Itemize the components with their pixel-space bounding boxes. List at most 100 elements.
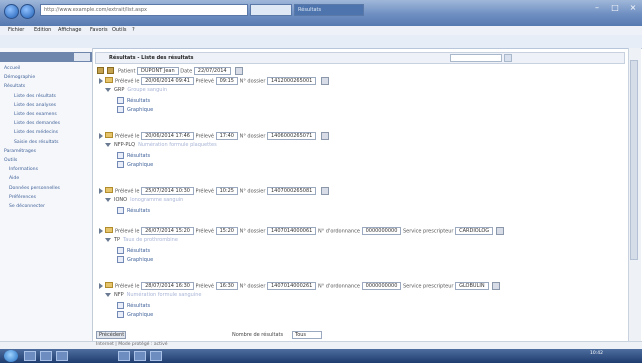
time-label: Prélevé: [195, 188, 214, 195]
record-header[interactable]: Prélevé le 26/07/2014 15:20 Prélevé 15:2…: [95, 226, 625, 235]
collapse-icon[interactable]: [105, 142, 111, 147]
sidebar-item[interactable]: Accueil: [4, 66, 20, 71]
sidebar-collapse-icon[interactable]: [74, 53, 90, 61]
analysis-row[interactable]: NFP Numération formule sanguine: [105, 292, 201, 298]
record-link-item[interactable]: Résultats: [117, 302, 150, 309]
record-action-icon[interactable]: [496, 227, 505, 235]
analysis-link[interactable]: Groupe sanguin: [127, 87, 167, 93]
search-box[interactable]: [250, 4, 292, 16]
minimize-icon[interactable]: –: [588, 2, 606, 14]
analysis-row[interactable]: IONO Ionogramme sanguin: [105, 197, 183, 203]
sidebar-item[interactable]: Données personnelles: [9, 186, 60, 191]
scrollbar-thumb[interactable]: [630, 60, 638, 260]
record-link-item[interactable]: Résultats: [117, 152, 150, 159]
file-number-field: 1407000265081: [266, 187, 317, 195]
record-link-label[interactable]: Graphique: [127, 107, 153, 113]
sidebar-item[interactable]: Liste des examens: [14, 112, 57, 117]
search-icon[interactable]: [504, 54, 512, 62]
record-link-item[interactable]: Résultats: [117, 247, 150, 254]
analysis-link[interactable]: Ionogramme sanguin: [130, 197, 183, 203]
taskbar-app-icon[interactable]: [56, 351, 68, 361]
menu-item[interactable]: Favoris: [90, 27, 108, 33]
results-count-select[interactable]: Tous: [292, 331, 322, 339]
sidebar-item[interactable]: Résultats: [4, 84, 25, 89]
record-link-item[interactable]: Graphique: [117, 311, 153, 318]
record-link-label[interactable]: Résultats: [127, 153, 150, 159]
analysis-row[interactable]: TP Taux de prothrombine: [105, 237, 178, 243]
start-button-icon[interactable]: [4, 350, 18, 362]
expand-icon[interactable]: [99, 228, 103, 234]
forward-icon[interactable]: [20, 4, 35, 19]
record-action-icon[interactable]: [320, 132, 329, 140]
taskbar-app-icon[interactable]: [150, 351, 162, 361]
sidebar-item[interactable]: Se déconnecter: [9, 204, 45, 209]
record-header[interactable]: Prélevé le 28/07/2014 16:30 Prélevé 16:3…: [95, 281, 625, 290]
record-link-item[interactable]: Résultats: [117, 207, 150, 214]
document-icon: [117, 311, 124, 318]
menu-item[interactable]: Fichier: [8, 27, 24, 33]
record-header[interactable]: Prélevé le 20/06/2014 09:41 Prélevé 09:1…: [95, 76, 625, 85]
menu-item[interactable]: Outils: [112, 27, 126, 33]
sidebar-item[interactable]: Démographie: [4, 75, 35, 80]
collapse-icon[interactable]: [105, 237, 111, 242]
sidebar-item[interactable]: Liste des demandes: [14, 121, 60, 126]
record-link-label[interactable]: Résultats: [127, 98, 150, 104]
collapse-icon[interactable]: [105, 87, 111, 92]
record-link-label[interactable]: Résultats: [127, 303, 150, 309]
taskbar-app-icon[interactable]: [134, 351, 146, 361]
print-icon[interactable]: [107, 67, 114, 74]
analysis-code: NFP: [114, 292, 124, 298]
record-header[interactable]: Prélevé le 20/06/2014 17:46 Prélevé 17:4…: [95, 131, 625, 140]
address-bar[interactable]: http://www.example.com/extrait/list.aspx: [40, 4, 248, 16]
record-action-icon[interactable]: [320, 77, 329, 85]
analysis-link[interactable]: Numération formule sanguine: [127, 292, 202, 298]
menu-item[interactable]: Edition: [34, 27, 51, 33]
record-link-item[interactable]: Graphique: [117, 161, 153, 168]
record-link-item[interactable]: Graphique: [117, 106, 153, 113]
record-link-item[interactable]: Graphique: [117, 256, 153, 263]
expand-icon[interactable]: [99, 133, 103, 139]
expand-icon[interactable]: [99, 188, 103, 194]
menu-item[interactable]: ?: [132, 27, 135, 33]
maximize-icon[interactable]: □: [606, 2, 624, 14]
sidebar-item[interactable]: Informations: [9, 167, 38, 172]
collapse-icon[interactable]: [105, 197, 111, 202]
taskbar-app-icon[interactable]: [24, 351, 36, 361]
record-link-item[interactable]: Résultats: [117, 97, 150, 104]
record-link-label[interactable]: Graphique: [127, 257, 153, 263]
record-link-label[interactable]: Graphique: [127, 162, 153, 168]
expand-icon[interactable]: [99, 78, 103, 84]
patient-field[interactable]: DUPONT Jean: [137, 67, 179, 75]
record-action-icon[interactable]: [320, 187, 329, 195]
sidebar-item[interactable]: Préférences: [9, 195, 36, 200]
taskbar-browser-icon[interactable]: [118, 351, 130, 361]
date-label: Date: [180, 68, 193, 75]
menu-item[interactable]: Affichage: [58, 27, 82, 33]
analysis-row[interactable]: NFP-PLQ Numération formule plaquettes: [105, 142, 217, 148]
sidebar-item[interactable]: Liste des analyses: [14, 103, 56, 108]
browser-tab[interactable]: Résultats: [294, 4, 364, 16]
search-input[interactable]: [450, 54, 502, 62]
expand-icon[interactable]: [99, 283, 103, 289]
record-link-label[interactable]: Résultats: [127, 248, 150, 254]
collapse-icon[interactable]: [105, 292, 111, 297]
record-link-label[interactable]: Graphique: [127, 312, 153, 318]
sidebar-item[interactable]: Liste des résultats: [14, 94, 56, 99]
close-icon[interactable]: ×: [624, 2, 642, 14]
taskbar-app-icon[interactable]: [40, 351, 52, 361]
sidebar-item[interactable]: Paramétrages: [4, 149, 36, 154]
record-action-icon[interactable]: [491, 282, 500, 290]
analysis-link[interactable]: Taux de prothrombine: [123, 237, 178, 243]
record-link-label[interactable]: Résultats: [127, 208, 150, 214]
filter-go-icon[interactable]: [235, 67, 244, 75]
back-icon[interactable]: [4, 4, 19, 19]
sidebar-item[interactable]: Liste des médecins: [14, 130, 58, 135]
sidebar-item[interactable]: Saisie des résultats: [14, 140, 59, 145]
sidebar-item[interactable]: Outils: [4, 158, 17, 163]
analysis-link[interactable]: Numération formule plaquettes: [138, 142, 217, 148]
record-header[interactable]: Prélevé le 25/07/2014 10:30 Prélevé 10:2…: [95, 186, 625, 195]
sidebar-item[interactable]: Aide: [9, 176, 19, 181]
date-field[interactable]: 22/07/2014: [193, 67, 231, 75]
analysis-row[interactable]: GRP Groupe sanguin: [105, 87, 167, 93]
patient-label: Patient: [118, 68, 136, 75]
